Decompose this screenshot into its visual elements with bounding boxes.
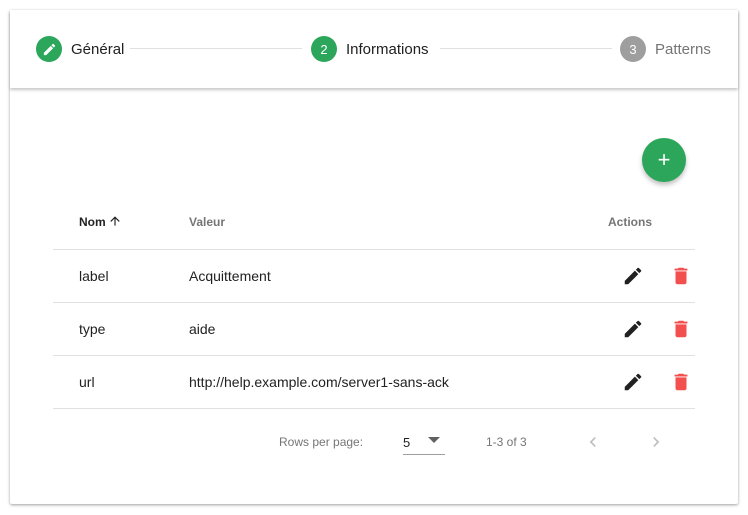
info-table: Nom Valeur Actions label Acquittement ty… <box>53 194 695 409</box>
step-label-patterns: Patterns <box>655 40 711 58</box>
column-header-actions: Actions <box>553 194 695 250</box>
table-header-row: Nom Valeur Actions <box>53 194 695 250</box>
table-row: type aide <box>53 302 695 356</box>
chevron-left-icon <box>589 437 596 447</box>
step-number-3: 3 <box>620 36 646 62</box>
arrow-up-icon <box>110 216 120 226</box>
pencil-icon <box>43 43 55 55</box>
cell-valeur: http://help.example.com/server1-sans-ack <box>189 355 553 409</box>
trash-icon <box>674 320 688 338</box>
plus-icon: + <box>657 147 671 172</box>
step-content: + Nom Valeur Actions label Acquittement <box>10 88 738 504</box>
edit-button[interactable] <box>621 317 645 341</box>
step-connector-1 <box>130 48 302 49</box>
trash-icon <box>674 267 688 285</box>
chevron-right-icon <box>653 437 660 447</box>
pencil-icon <box>624 320 642 338</box>
form-card: Général 2 Informations 3 Patterns + Nom … <box>10 10 738 504</box>
delete-button[interactable] <box>669 317 693 341</box>
step-connector-2 <box>440 48 612 49</box>
rows-per-page-label: Rows per page: <box>279 435 364 449</box>
next-page-button[interactable] <box>644 430 668 454</box>
table-row: label Acquittement <box>53 249 695 303</box>
previous-page-button[interactable] <box>581 430 605 454</box>
pagination: Rows per page: 5 1-3 of 3 <box>10 422 738 462</box>
delete-button[interactable] <box>669 264 693 288</box>
cell-actions <box>553 249 695 303</box>
cell-actions <box>553 355 695 409</box>
step-informations[interactable]: 2 Informations <box>311 36 429 62</box>
step-general[interactable]: Général <box>36 36 124 62</box>
edit-button[interactable] <box>621 264 645 288</box>
cell-actions <box>553 302 695 356</box>
step-done-circle <box>36 36 62 62</box>
pencil-icon <box>624 373 642 391</box>
stepper: Général 2 Informations 3 Patterns <box>10 10 738 88</box>
pencil-icon <box>624 267 642 285</box>
add-button[interactable]: + <box>642 138 686 182</box>
delete-button[interactable] <box>669 370 693 394</box>
step-patterns[interactable]: 3 Patterns <box>620 36 711 62</box>
page-range: 1-3 of 3 <box>486 435 527 449</box>
table-row: url http://help.example.com/server1-sans… <box>53 355 695 409</box>
caret-down-icon <box>428 437 440 443</box>
column-header-nom[interactable]: Nom <box>53 194 189 250</box>
trash-icon <box>674 373 688 391</box>
edit-button[interactable] <box>621 370 645 394</box>
step-label-general: Général <box>71 40 125 58</box>
cell-valeur: Acquittement <box>189 249 553 303</box>
column-header-valeur: Valeur <box>189 194 553 250</box>
rows-per-page-value: 5 <box>403 435 411 450</box>
cell-nom: type <box>53 302 189 356</box>
step-number-2: 2 <box>311 36 337 62</box>
cell-nom: label <box>53 249 189 303</box>
cell-nom: url <box>53 355 189 409</box>
cell-valeur: aide <box>189 302 553 356</box>
rows-per-page-select[interactable]: 5 <box>403 428 445 455</box>
step-label-informations: Informations <box>346 40 429 58</box>
